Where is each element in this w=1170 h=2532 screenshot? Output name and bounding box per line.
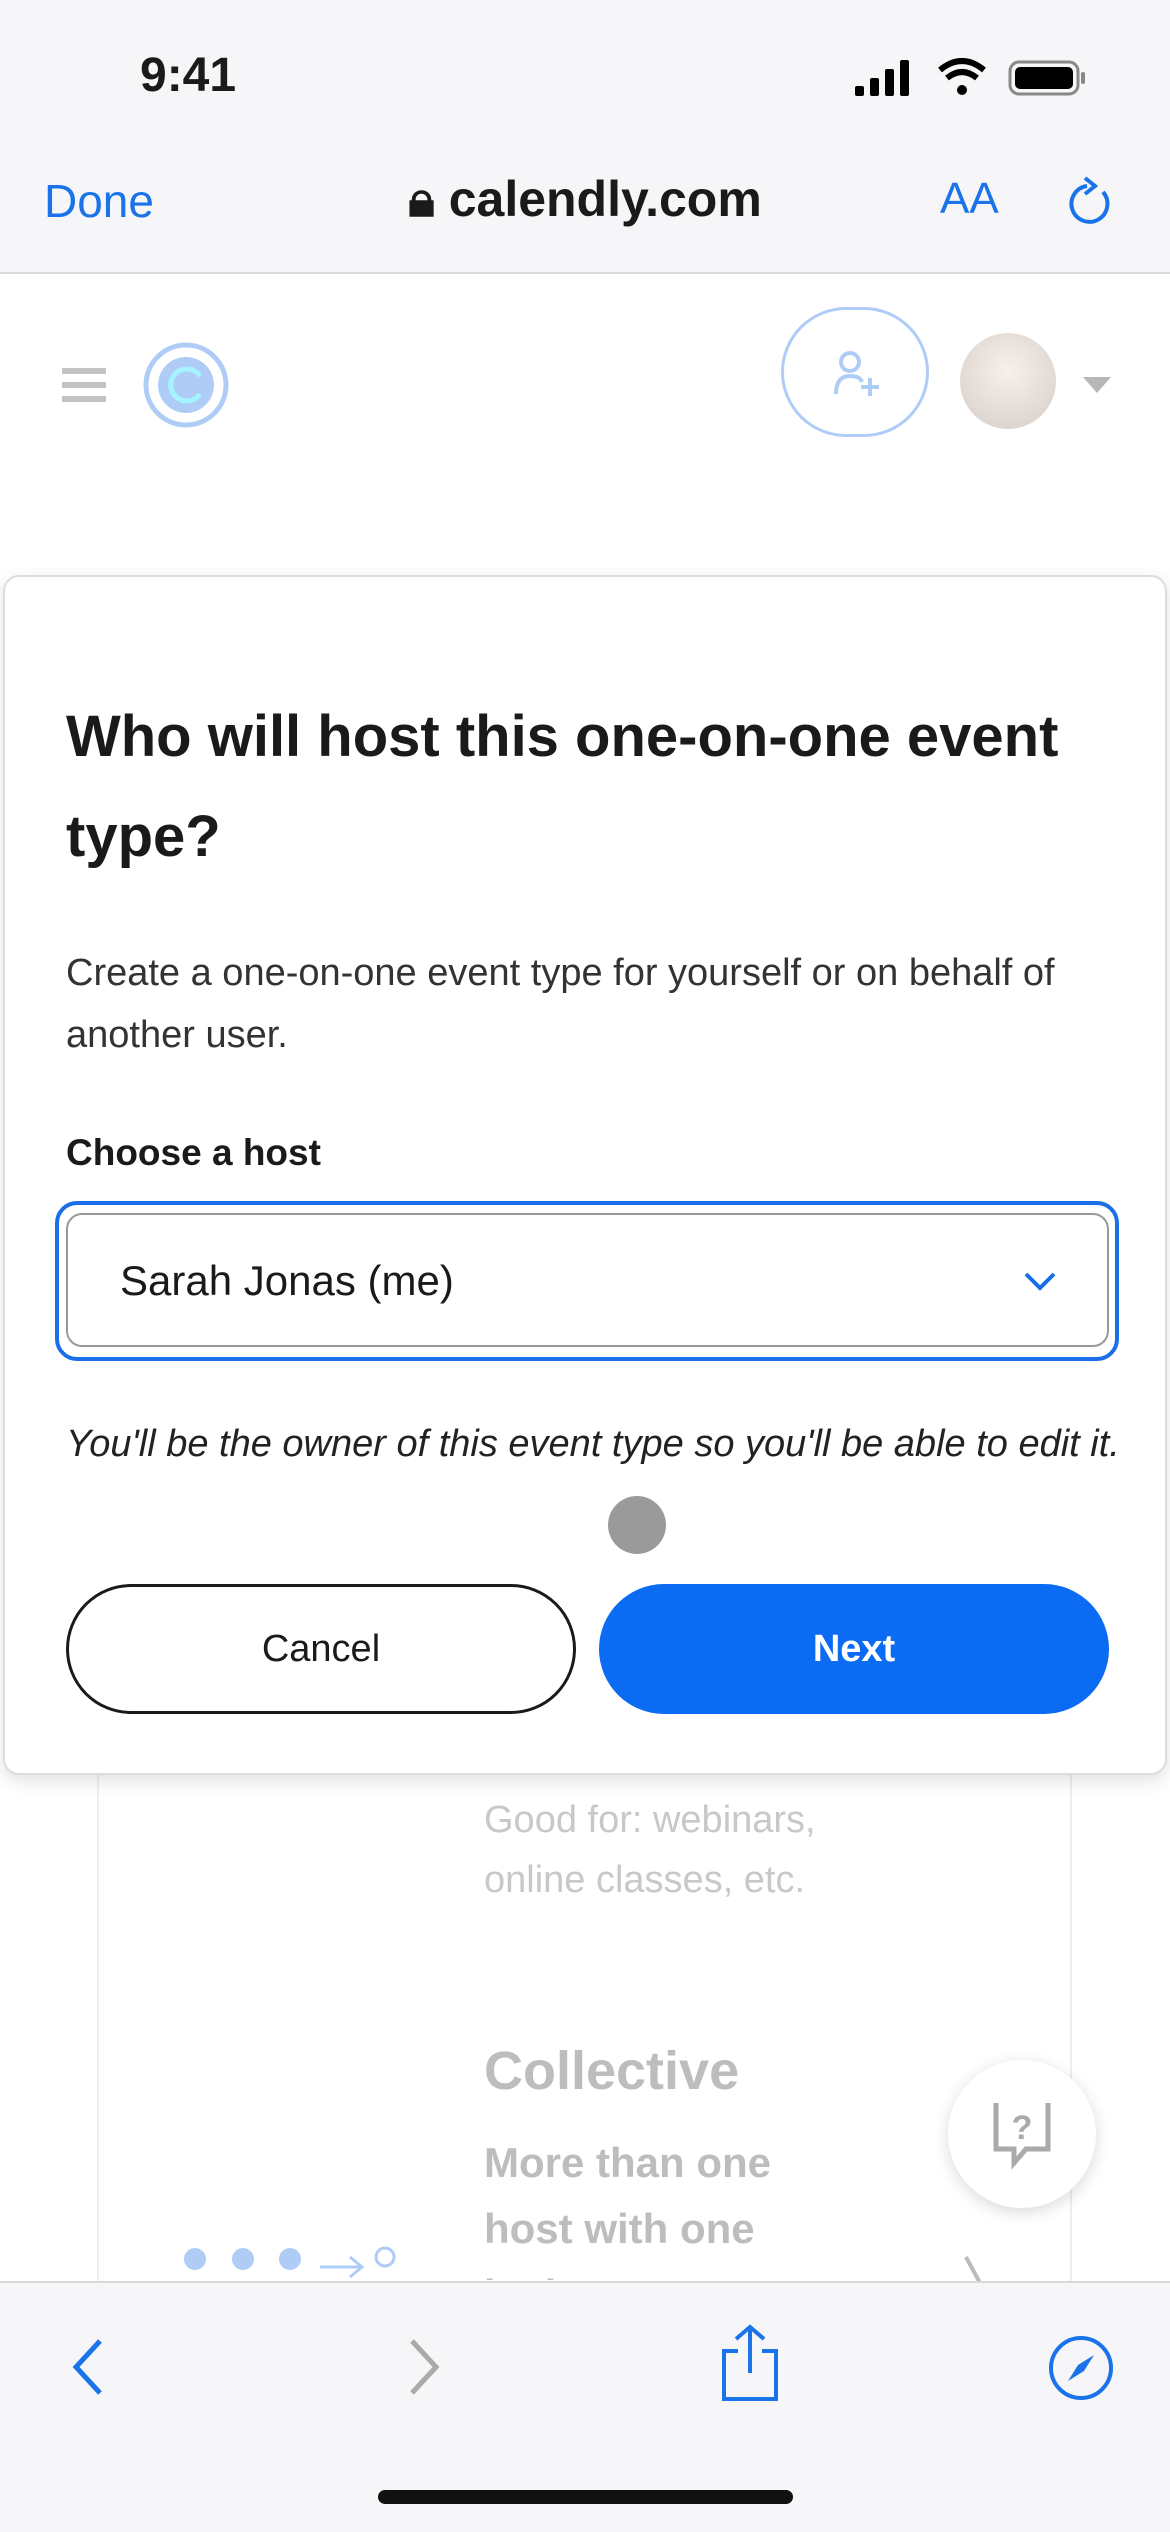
url-text: calendly.com: [448, 171, 762, 227]
modal-description: Create a one-on-one event type for yours…: [66, 952, 1055, 1056]
next-button[interactable]: Next: [599, 1584, 1109, 1714]
hamburger-menu-icon[interactable]: [62, 368, 106, 402]
lock-icon: 🔒︎: [408, 171, 449, 227]
add-user-icon: [834, 351, 879, 396]
caret-down-icon[interactable]: [1083, 377, 1111, 393]
host-label: Choose a host: [66, 1132, 321, 1173]
forward-icon[interactable]: [404, 2337, 444, 2397]
svg-text:?: ?: [1012, 2109, 1033, 2147]
help-chat-icon: ?: [993, 2103, 1051, 2170]
good-for-text: Good for: webinars, online classes, etc.: [484, 1799, 816, 1901]
cancel-button[interactable]: Cancel: [66, 1584, 576, 1714]
choose-host-modal: Who will host this one-on-one event type…: [3, 575, 1167, 1775]
browser-bar: Done 🔒︎ calendly.com AA: [0, 130, 1170, 274]
home-indicator: [378, 2490, 793, 2504]
reload-icon[interactable]: [1065, 174, 1115, 230]
app-header: [0, 290, 1170, 470]
calendly-logo[interactable]: [142, 340, 232, 430]
chevron-down-icon: [1024, 1272, 1056, 1291]
status-time: 9:41: [140, 49, 237, 102]
back-icon[interactable]: [68, 2337, 108, 2397]
compass-icon[interactable]: [1046, 2333, 1116, 2403]
collective-icon: [184, 2246, 396, 2279]
collective-title: Collective: [484, 2041, 740, 2101]
invite-user-button[interactable]: [781, 307, 929, 437]
help-button[interactable]: ?: [948, 2060, 1096, 2208]
share-icon[interactable]: [718, 2323, 782, 2403]
collective-desc: More than one host with one invitee: [484, 2139, 772, 2280]
touch-indicator: [608, 1496, 666, 1554]
status-bar: 9:41: [0, 0, 1170, 130]
owner-note: You'll be the owner of this event type s…: [66, 1423, 1120, 1465]
text-size-button[interactable]: AA: [940, 174, 999, 224]
avatar[interactable]: [960, 333, 1056, 429]
host-select[interactable]: Sarah Jonas (me): [66, 1213, 1109, 1347]
host-select-value: Sarah Jonas (me): [120, 1257, 454, 1304]
status-icons: [855, 58, 1085, 96]
modal-title: Who will host this one-on-one event type…: [66, 704, 1059, 869]
